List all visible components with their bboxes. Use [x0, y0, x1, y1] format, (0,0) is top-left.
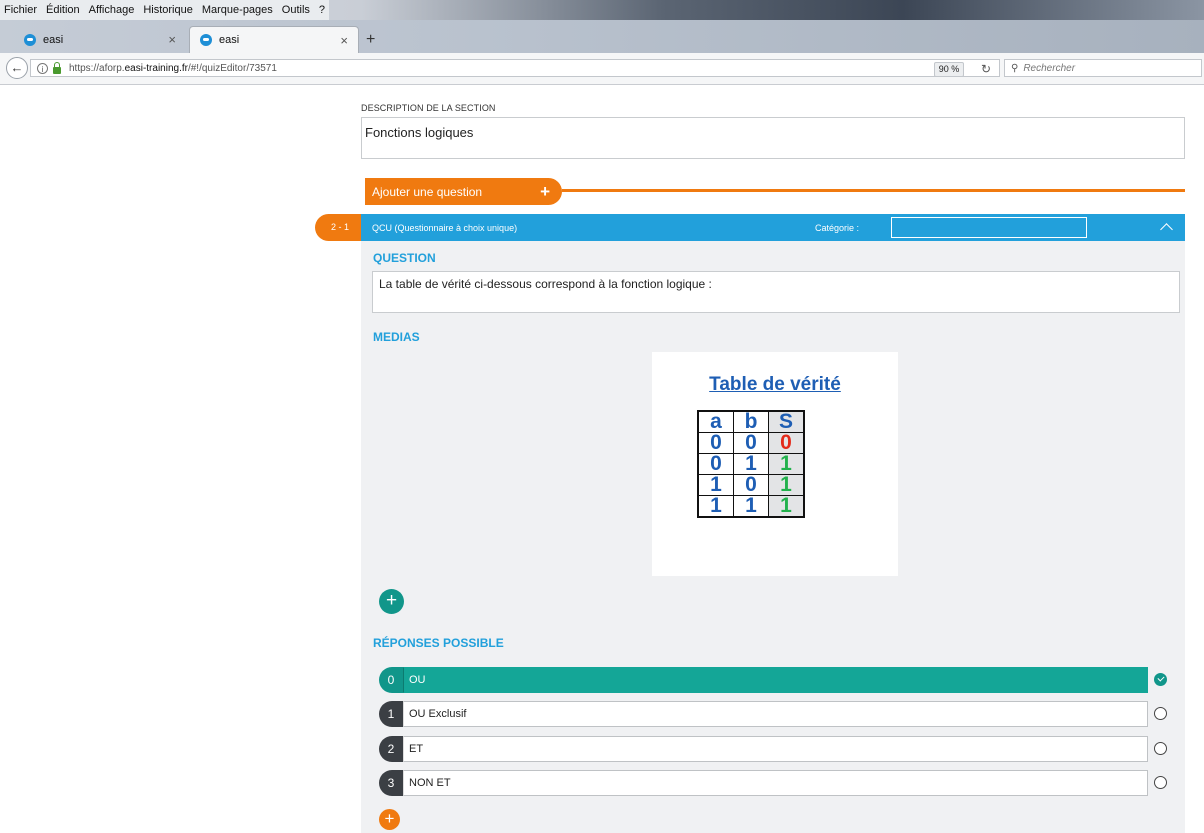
- search-input[interactable]: ⚲ Rechercher: [1004, 59, 1202, 77]
- table-cell: 0: [768, 432, 805, 454]
- question-text-field[interactable]: La table de vérité ci-dessous correspond…: [372, 271, 1180, 313]
- add-question-label: Ajouter une question: [372, 184, 483, 199]
- category-label: Catégorie :: [815, 223, 860, 233]
- answer-index: 2: [379, 736, 403, 762]
- menu-outils[interactable]: Outils: [282, 4, 310, 16]
- easi-favicon-icon: [200, 34, 212, 46]
- add-media-button[interactable]: +: [379, 589, 404, 614]
- new-tab-icon[interactable]: +: [366, 31, 375, 49]
- answer-text-field[interactable]: OU: [403, 667, 1148, 693]
- section-description-label: DESCRIPTION DE LA SECTION: [361, 103, 496, 113]
- chevron-up-icon[interactable]: [1160, 223, 1173, 236]
- question-type: QCU (Questionnaire à choix unique): [372, 223, 518, 233]
- tab-bar: easi × easi ×: [0, 20, 1204, 53]
- url-bar[interactable]: i https://aforp.easi-training.fr/#!/quiz…: [30, 59, 1000, 77]
- table-cell: 0: [697, 432, 734, 454]
- answer-option[interactable]: 2 ET: [379, 736, 1148, 762]
- tab-title: easi: [43, 33, 64, 46]
- answer-option[interactable]: 3 NON ET: [379, 770, 1148, 796]
- table-cell: 0: [733, 474, 769, 496]
- answer-text-field[interactable]: ET: [403, 736, 1148, 762]
- table-cell: 0: [733, 432, 769, 454]
- close-icon[interactable]: ×: [168, 32, 176, 47]
- question-number-badge: 2 - 1: [315, 214, 365, 241]
- section-description-field[interactable]: Fonctions logiques: [361, 117, 1185, 159]
- url-text: https://aforp.easi-training.fr/#!/quizEd…: [69, 62, 277, 74]
- table-cell: 1: [733, 453, 769, 475]
- reload-icon[interactable]: ↻: [981, 62, 991, 76]
- answer-index: 3: [379, 770, 403, 796]
- table-cell: 1: [733, 495, 769, 518]
- menu-historique[interactable]: Historique: [143, 4, 193, 16]
- answer-radio[interactable]: [1154, 776, 1167, 789]
- plus-icon: +: [540, 182, 550, 201]
- table-cell: 1: [697, 495, 734, 518]
- question-heading: QUESTION: [373, 251, 436, 265]
- truth-table: a b S 0 0 0 0 1 1 1 0 1 1 1 1: [697, 410, 805, 518]
- answer-option[interactable]: 1 OU Exclusif: [379, 701, 1148, 727]
- browser-tab[interactable]: easi ×: [14, 26, 186, 53]
- table-cell: 1: [768, 453, 805, 475]
- table-cell: 1: [697, 474, 734, 496]
- table-cell: 1: [768, 474, 805, 496]
- answer-option[interactable]: 0 OU: [379, 667, 1148, 693]
- answer-text-field[interactable]: OU Exclusif: [403, 701, 1148, 727]
- correct-answer-radio[interactable]: [1154, 673, 1167, 686]
- truth-table-image[interactable]: Table de vérité a b S 0 0 0 0 1 1 1 0 1 …: [652, 352, 898, 576]
- menu-marque-pages[interactable]: Marque-pages: [202, 4, 273, 16]
- add-answer-button[interactable]: +: [379, 809, 400, 830]
- menu-affichage[interactable]: Affichage: [89, 4, 135, 16]
- info-icon[interactable]: i: [37, 62, 48, 74]
- answer-radio[interactable]: [1154, 707, 1167, 720]
- menu-help[interactable]: ?: [319, 4, 325, 16]
- close-icon[interactable]: ×: [340, 33, 348, 48]
- medias-heading: MEDIAS: [373, 330, 420, 344]
- lock-icon[interactable]: [53, 61, 61, 74]
- answers-heading: RÉPONSES POSSIBLE: [373, 636, 504, 650]
- answer-index: 0: [379, 667, 403, 693]
- question-header: QCU (Questionnaire à choix unique) Catég…: [361, 214, 1185, 241]
- search-placeholder: Rechercher: [1023, 62, 1076, 74]
- add-question-button[interactable]: Ajouter une question +: [365, 178, 562, 205]
- table-cell: 0: [697, 453, 734, 475]
- menu-bar: Fichier Édition Affichage Historique Mar…: [0, 0, 1204, 20]
- answer-radio[interactable]: [1154, 742, 1167, 755]
- category-input[interactable]: [891, 217, 1087, 238]
- back-arrow-icon[interactable]: ←: [6, 57, 28, 79]
- menu-edition[interactable]: Édition: [46, 4, 80, 16]
- divider-line: [562, 189, 1185, 192]
- search-icon: ⚲: [1011, 62, 1019, 74]
- easi-favicon-icon: [24, 33, 36, 46]
- answer-index: 1: [379, 701, 403, 727]
- zoom-level[interactable]: 90 %: [934, 62, 964, 77]
- answer-text-field[interactable]: NON ET: [403, 770, 1148, 796]
- tab-title: easi: [219, 34, 240, 46]
- table-header-b: b: [733, 410, 769, 433]
- table-header-s: S: [768, 410, 805, 433]
- table-header-a: a: [697, 410, 734, 433]
- navigation-bar: ← i https://aforp.easi-training.fr/#!/qu…: [0, 53, 1204, 85]
- menu-list: Fichier Édition Affichage Historique Mar…: [0, 0, 330, 20]
- table-cell: 1: [768, 495, 805, 518]
- menu-fichier[interactable]: Fichier: [4, 4, 37, 16]
- browser-tab-active[interactable]: easi ×: [189, 26, 359, 53]
- truth-table-title: Table de vérité: [709, 374, 841, 395]
